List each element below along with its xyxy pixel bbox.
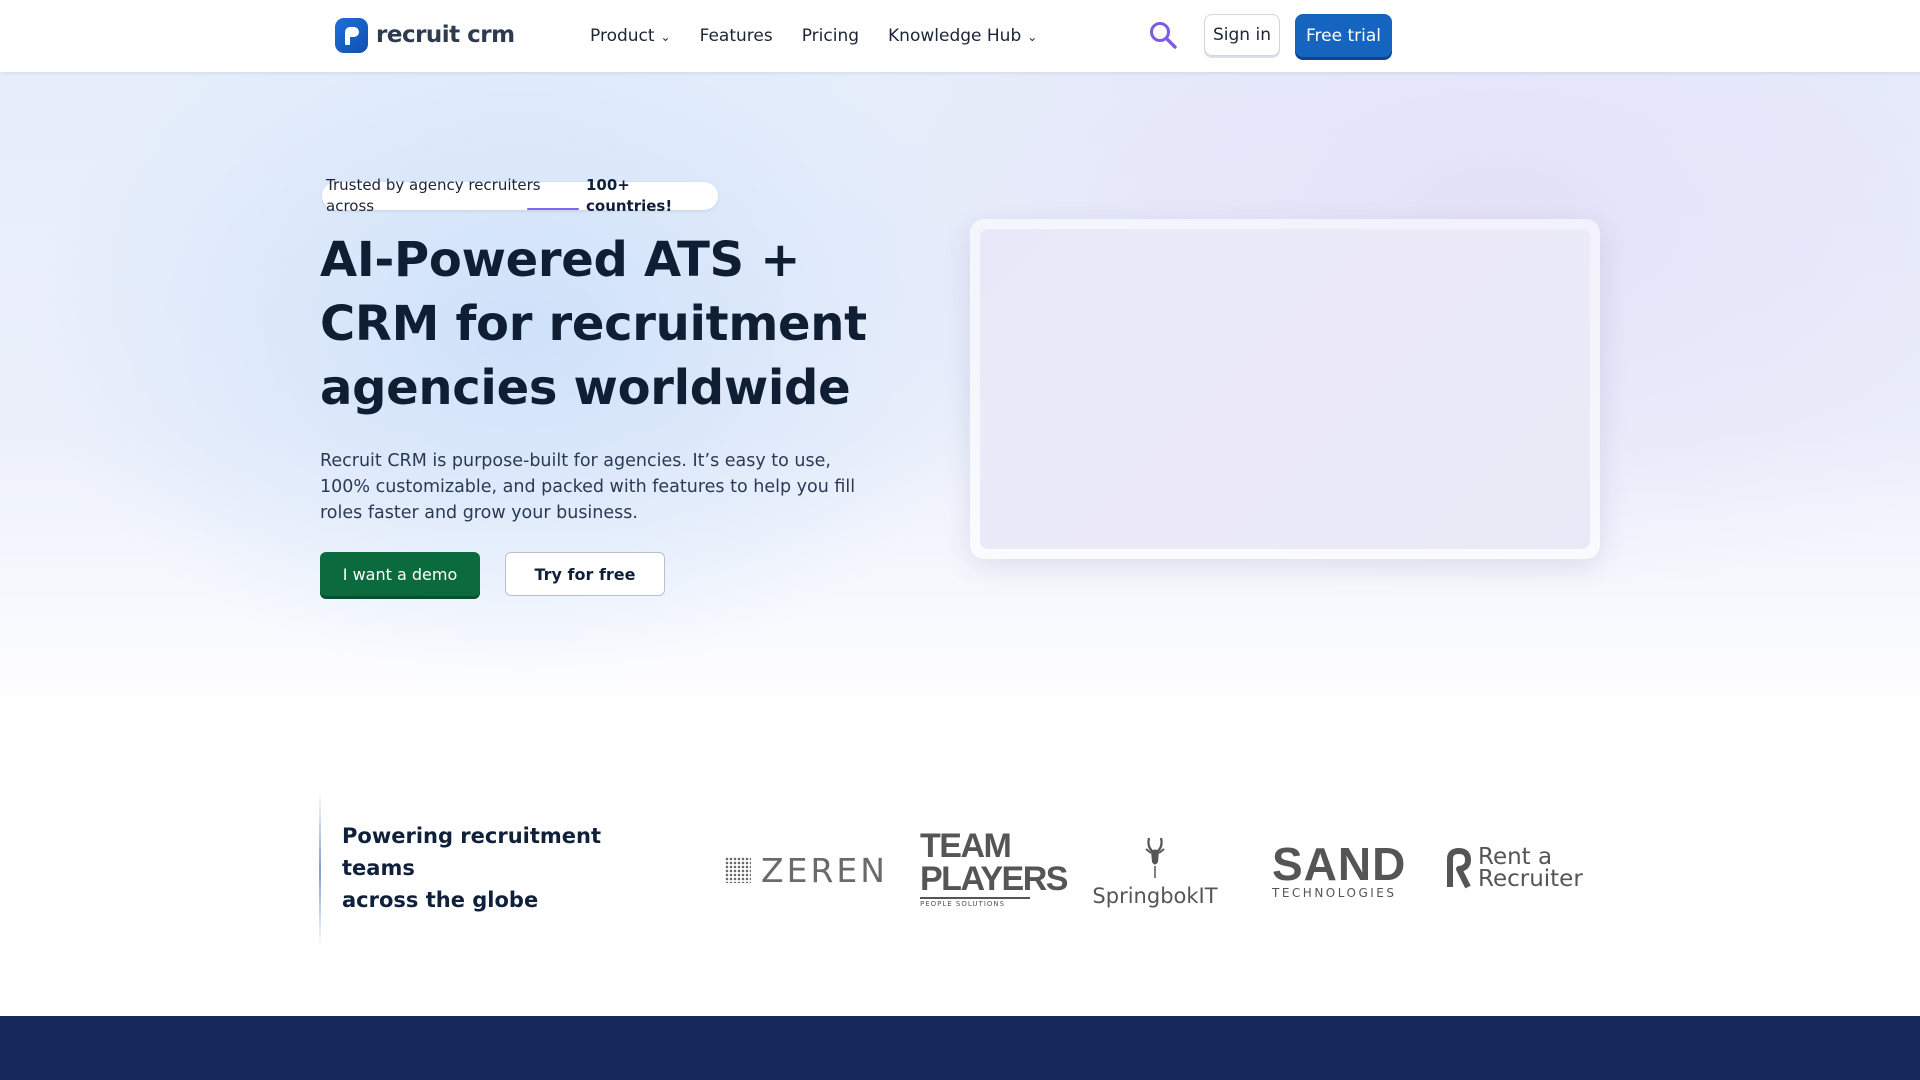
main-nav: Product ⌄ Features Pricing Knowledge Hub…	[590, 0, 1066, 72]
trusted-heading-line: Powering recruitment teams	[342, 824, 602, 880]
section-divider	[319, 792, 321, 948]
trusted-heading: Powering recruitment teams across the gl…	[342, 820, 642, 916]
site-header: recruit crm Product ⌄ Features Pricing K…	[0, 0, 1920, 72]
nav-item-label: Knowledge Hub	[888, 26, 1022, 46]
trust-text: Trusted by agency recruiters across	[326, 176, 541, 215]
trust-count: 100+ countries!	[586, 176, 673, 215]
search-icon[interactable]	[1148, 20, 1178, 50]
rent-a-recruiter-line: Rent a	[1478, 844, 1553, 870]
trust-accent-bar	[527, 208, 579, 210]
free-trial-button[interactable]: Free trial	[1295, 14, 1392, 57]
hero-description: Recruit CRM is purpose-built for agencie…	[320, 451, 856, 523]
client-logo-sand-technologies: SAND TECHNOLOGIES	[1272, 838, 1407, 900]
rent-a-recruiter-line: Recruiter	[1478, 866, 1583, 892]
brand-logo[interactable]: recruit crm	[335, 17, 515, 53]
hero-section	[0, 72, 1920, 722]
rent-a-recruiter-wordmark: Rent a Recruiter	[1478, 844, 1583, 892]
sand-subtitle: TECHNOLOGIES	[1272, 886, 1397, 900]
team-players-line: PLAYERS	[920, 860, 1068, 898]
team-players-line: TEAM	[920, 827, 1012, 865]
chevron-down-icon: ⌄	[1027, 30, 1038, 44]
logo-text: recruit crm	[376, 22, 515, 48]
client-logo-team-players: TEAM PLAYERS PEOPLE SOLUTIONS	[920, 827, 1068, 908]
rent-a-recruiter-icon	[1447, 848, 1471, 889]
nav-item-label: Features	[699, 26, 773, 46]
nav-item-knowledge-hub[interactable]: Knowledge Hub ⌄	[888, 26, 1037, 46]
client-logo-springbokit: SpringbokIT	[1090, 836, 1220, 908]
trusted-heading-line: across the globe	[342, 888, 539, 912]
nav-item-features[interactable]: Features	[700, 26, 773, 46]
sand-wordmark: SAND	[1272, 838, 1407, 890]
features-section	[0, 1016, 1920, 1080]
nav-item-label: Pricing	[801, 26, 860, 46]
zeren-grid-icon	[725, 857, 751, 883]
sign-in-button[interactable]: Sign in	[1204, 14, 1280, 56]
team-players-subtitle: PEOPLE SOLUTIONS	[920, 897, 1030, 908]
nav-item-product[interactable]: Product ⌄	[590, 26, 671, 46]
try-for-free-button[interactable]: Try for free	[505, 552, 665, 596]
hero-media-frame	[970, 219, 1600, 559]
nav-item-label: Product	[590, 26, 655, 46]
logo-icon	[335, 17, 368, 53]
springbok-icon	[1145, 837, 1165, 878]
client-logo-zeren: ZEREN	[725, 850, 888, 890]
zeren-wordmark: ZEREN	[761, 850, 888, 890]
hero-title: AI-Powered ATS + CRM for recruitment age…	[320, 232, 867, 416]
request-demo-button[interactable]: I want a demo	[320, 552, 480, 596]
client-logo-rent-a-recruiter: Rent a Recruiter	[1444, 844, 1583, 892]
springbok-wordmark: SpringbokIT	[1092, 884, 1218, 908]
hero-media-placeholder[interactable]	[980, 229, 1590, 549]
nav-item-pricing[interactable]: Pricing	[802, 26, 859, 46]
trust-badge: Trusted by agency recruiters across 100+…	[322, 176, 718, 215]
chevron-down-icon: ⌄	[660, 30, 671, 44]
